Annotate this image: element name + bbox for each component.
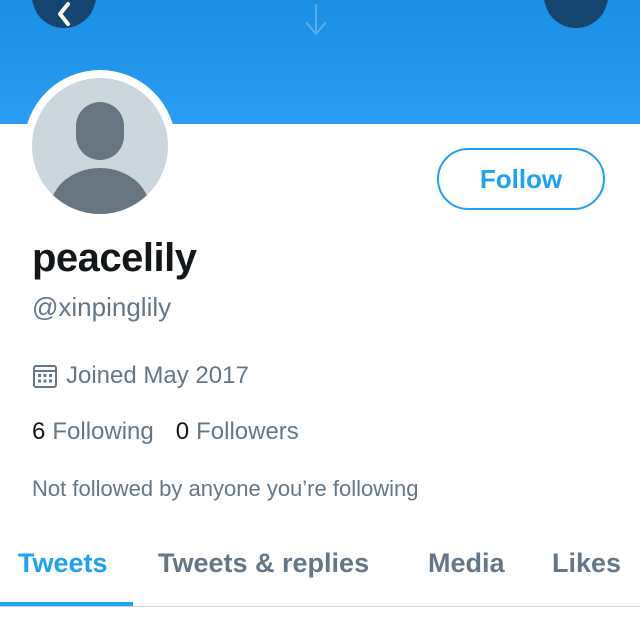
follow-button[interactable]: Follow (437, 148, 605, 210)
tabs-divider (0, 606, 640, 607)
followers-count: 0 (175, 418, 190, 445)
followers-label: Followers (196, 418, 299, 445)
tab-tweets[interactable]: Tweets (18, 548, 108, 579)
follow-stats: 6 Following 0 Followers (32, 418, 299, 446)
chevron-left-icon (58, 2, 70, 26)
back-button[interactable] (32, 0, 96, 28)
tab-likes[interactable]: Likes (552, 548, 621, 579)
more-button[interactable] (544, 0, 608, 28)
following-count: 6 (32, 418, 46, 445)
following-label: Following (52, 418, 154, 445)
following-link[interactable]: 6 Following (32, 418, 154, 446)
display-name: peacelily (32, 236, 197, 280)
user-handle: @xinpinglily (32, 292, 172, 322)
tab-tweets-and-replies[interactable]: Tweets & replies (158, 548, 369, 579)
more-icon (544, 0, 608, 28)
joined-text: Joined May 2017 (66, 362, 249, 389)
banner-placeholder-icon (305, 4, 327, 36)
tab-media[interactable]: Media (428, 548, 505, 579)
calendar-icon (33, 365, 57, 388)
followers-link[interactable]: 0 Followers (176, 418, 299, 446)
default-avatar-icon (50, 102, 150, 214)
profile-tabs: Tweets Tweets & replies Media Likes (0, 540, 640, 608)
profile-page: Follow peacelily @xinpinglily Joined May… (0, 0, 640, 622)
not-followed-notice: Not followed by anyone you’re following (32, 476, 419, 501)
avatar[interactable] (24, 70, 176, 222)
joined-date: Joined May 2017 (32, 361, 249, 391)
avatar-image (32, 78, 168, 214)
